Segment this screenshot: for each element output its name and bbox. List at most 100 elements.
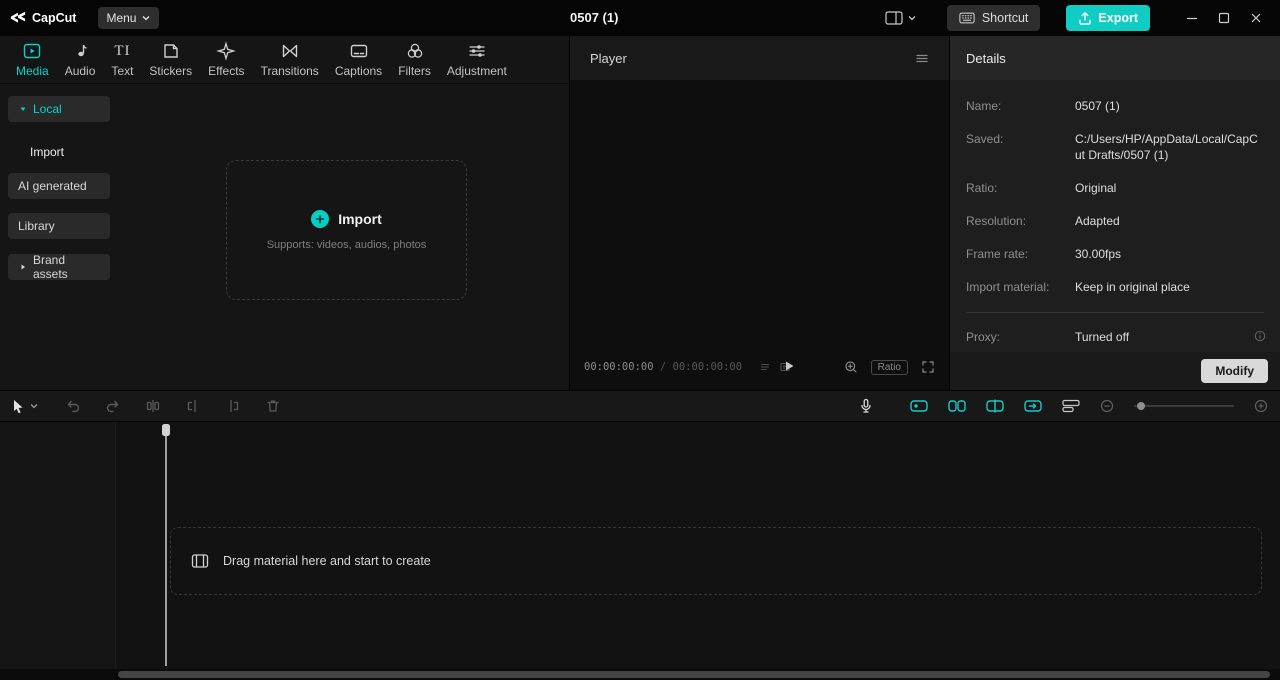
timecode: 00:00:00:00 / 00:00:00:00 xyxy=(584,361,742,373)
export-icon xyxy=(1078,11,1092,25)
detail-label: Name: xyxy=(966,99,1002,113)
layout-panels-control[interactable] xyxy=(885,9,917,27)
redo-icon[interactable] xyxy=(105,398,121,414)
details-panel: Details Name: 0507 (1) Saved: C:/Users/H… xyxy=(950,36,1280,390)
media-icon xyxy=(22,41,42,61)
tab-label: Text xyxy=(111,64,134,78)
menu-button[interactable]: Menu xyxy=(98,7,160,29)
tab-captions[interactable]: Captions xyxy=(327,41,390,78)
play-button[interactable] xyxy=(782,359,796,373)
hamburger-menu-icon[interactable] xyxy=(915,51,929,65)
keyboard-icon xyxy=(959,10,975,26)
detail-value: Original xyxy=(1075,181,1117,195)
detail-row-import-material: Import material: Keep in original place xyxy=(966,279,1264,295)
detail-value: 0507 (1) xyxy=(1075,99,1120,113)
sidebar-item-brand-assets[interactable]: Brand assets xyxy=(8,253,110,281)
detail-row-resolution: Resolution: Adapted xyxy=(966,213,1264,229)
tab-stickers[interactable]: Stickers xyxy=(141,41,200,78)
detail-value: Adapted xyxy=(1075,214,1120,228)
tab-label: Transitions xyxy=(260,64,319,78)
maximize-button[interactable] xyxy=(1218,12,1230,24)
horizontal-scrollbar[interactable] xyxy=(118,671,1270,678)
delete-icon[interactable] xyxy=(265,398,281,414)
timeline[interactable]: Drag material here and start to create xyxy=(0,422,1280,680)
sidebar-item-label: Library xyxy=(18,219,55,233)
timeline-drop-hint[interactable]: Drag material here and start to create xyxy=(170,527,1262,595)
minimize-button[interactable] xyxy=(1186,12,1198,24)
track-height-icon[interactable] xyxy=(1062,397,1080,415)
tab-effects[interactable]: Effects xyxy=(200,41,252,78)
toolbar-left xyxy=(0,398,281,414)
sidebar-item-local[interactable]: Local xyxy=(8,96,110,122)
undo-icon[interactable] xyxy=(65,398,81,414)
delete-left-icon[interactable] xyxy=(185,398,201,414)
select-tool[interactable] xyxy=(10,398,39,414)
sidebar-item-import[interactable]: Import xyxy=(8,139,110,165)
text-icon: TI xyxy=(114,42,131,59)
close-button[interactable] xyxy=(1250,12,1262,24)
media-tabbar: Media Audio TI Text Stickers Effects Tra… xyxy=(0,36,569,84)
timecode-current: 00:00:00:00 xyxy=(584,361,654,373)
timecode-separator: / xyxy=(659,361,667,373)
tab-text[interactable]: TI Text xyxy=(103,41,141,79)
fullscreen-icon[interactable] xyxy=(921,360,935,374)
zoom-in-icon[interactable] xyxy=(1254,399,1268,413)
tab-audio[interactable]: Audio xyxy=(57,41,104,78)
shortcut-button[interactable]: Shortcut xyxy=(946,5,1041,31)
tab-label: Stickers xyxy=(149,64,193,78)
capcut-logo: CapCut xyxy=(10,10,76,26)
export-button[interactable]: Export xyxy=(1066,5,1150,31)
zoom-out-icon[interactable] xyxy=(1100,399,1114,413)
player-panel: Player 00:00:00:00 / 00:00:00:00 Ratio xyxy=(570,36,950,390)
sticker-icon xyxy=(161,41,181,61)
tab-label: Effects xyxy=(208,64,245,78)
ratio-badge[interactable]: Ratio xyxy=(870,359,908,375)
modify-button[interactable]: Modify xyxy=(1201,359,1268,383)
music-note-icon xyxy=(70,41,90,61)
detail-row-frame-rate: Frame rate: 30.00fps xyxy=(966,246,1264,262)
captions-icon xyxy=(349,41,369,61)
titlebar: CapCut Menu 0507 (1) Shortcut Export xyxy=(0,0,1280,36)
import-dropzone-title: Import xyxy=(338,210,382,227)
tab-label: Filters xyxy=(398,64,431,78)
auto-pack-icon[interactable] xyxy=(1024,397,1042,415)
cursor-icon xyxy=(10,398,26,414)
toolbar-right xyxy=(858,397,1280,415)
detail-label: Frame rate: xyxy=(966,247,1029,261)
sidebar-item-library[interactable]: Library xyxy=(8,213,110,239)
tab-transitions[interactable]: Transitions xyxy=(253,41,327,78)
tab-label: Audio xyxy=(64,64,96,78)
sidebar-item-label: AI generated xyxy=(18,179,87,193)
sidebar-item-label: Local xyxy=(33,102,62,116)
layout-panels-icon xyxy=(885,9,903,27)
detail-row-proxy: Proxy: Turned off xyxy=(966,329,1266,345)
info-icon[interactable] xyxy=(1254,330,1266,342)
delete-right-icon[interactable] xyxy=(225,398,241,414)
sidebar-item-ai-generated[interactable]: AI generated xyxy=(8,173,110,199)
import-dropzone[interactable]: Import Supports: videos, audios, photos xyxy=(226,160,467,300)
details-divider xyxy=(966,312,1264,313)
main-track-magnet-icon[interactable] xyxy=(910,397,928,415)
media-panel: Media Audio TI Text Stickers Effects Tra… xyxy=(0,36,570,390)
tab-media[interactable]: Media xyxy=(8,41,57,78)
preview-axis-icon[interactable] xyxy=(986,397,1004,415)
record-voiceover-icon[interactable] xyxy=(858,398,874,414)
timeline-zoom-slider-handle[interactable] xyxy=(1137,402,1145,410)
shortcut-button-label: Shortcut xyxy=(981,11,1029,25)
details-footer: Modify xyxy=(950,352,1280,390)
preview-zoom-icon[interactable] xyxy=(844,360,858,374)
tab-adjustment[interactable]: Adjustment xyxy=(439,41,515,78)
timeline-zoom-slider[interactable] xyxy=(1134,402,1234,410)
capcut-logo-text: CapCut xyxy=(32,11,77,25)
split-icon[interactable] xyxy=(145,398,161,414)
detail-label: Ratio: xyxy=(966,181,998,195)
linkage-icon[interactable] xyxy=(948,397,966,415)
detail-label: Resolution: xyxy=(966,214,1027,228)
tab-filters[interactable]: Filters xyxy=(390,41,439,78)
chevron-down-icon xyxy=(141,13,151,23)
menu-button-label: Menu xyxy=(106,11,137,25)
detail-row-saved: Saved: C:/Users/HP/AppData/Local/CapCut … xyxy=(966,131,1264,163)
playhead-handle[interactable] xyxy=(162,424,170,436)
stacked-lines-icon-1[interactable] xyxy=(760,362,770,372)
details-title: Details xyxy=(966,50,1006,66)
